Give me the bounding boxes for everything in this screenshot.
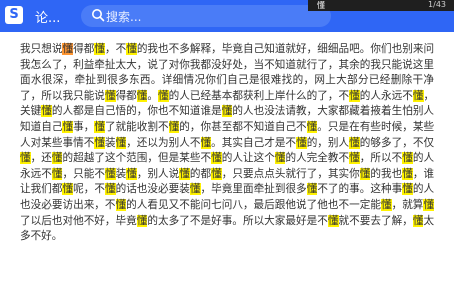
search-match-highlight: 懂 [200,136,212,149]
search-match-highlight: 懂 [221,105,233,118]
search-match-highlight: 懂 [62,120,74,133]
search-match-highlight: 懂 [94,43,105,55]
article-text-segment: 的人看见又不能问七问八，最后跟他说了他也不一定能 [126,198,381,211]
article-text-segment: 呢，不 [73,183,105,196]
article-text-segment: 不了的事。这种事 [317,183,403,196]
find-match-count: 1/43 [428,0,446,9]
search-match-highlight: 懂 [423,198,435,211]
search-match-highlight: 懂 [115,136,127,149]
search-placeholder: 搜索... [106,10,142,24]
search-match-highlight: 懂 [158,89,169,102]
article-text-segment: 的话也没必要装 [115,183,190,196]
search-match-highlight: 懂 [349,136,360,149]
article-text-segment: 的够多了，不仅 [359,136,435,149]
search-match-highlight: 懂 [136,89,148,102]
search-input[interactable]: 搜索... [81,5,331,27]
article-text-segment: 的，别人 [306,136,350,149]
search-match-highlight: 懂 [402,167,413,180]
site-title[interactable]: 论... [35,7,60,26]
article-text-segment: 的我也 [370,167,403,180]
search-match-highlight: 懂 [211,167,222,180]
search-match-highlight: 懂 [20,152,31,165]
search-match-highlight: 懂 [412,89,424,102]
article-text-segment: 的人让这个 [221,152,275,165]
search-match-highlight: 懂 [211,152,222,165]
article-text-segment: ，还以为别人不 [126,136,201,149]
article-text-segment: 的人完全教不 [285,152,350,165]
article-text-segment: ，所以不 [359,152,403,165]
search-match-highlight: 懂 [62,43,74,55]
search-match-highlight: 懂 [296,136,307,149]
search-match-highlight: 懂 [327,214,339,227]
search-match-highlight: 懂 [41,105,52,118]
find-in-page-bar[interactable]: 懂 1/43 [308,0,454,11]
search-match-highlight: 懂 [126,43,137,55]
search-match-highlight: 懂 [189,183,201,196]
article-body: 我只想说懂得都懂，不懂的我也不多解释，毕竟自己知道就好，细细品吧。你们也别来问我… [20,42,434,245]
article-text-segment: 的人永远不 [359,89,413,102]
article-text-segment: 事， [73,120,95,133]
search-match-highlight: 懂 [349,152,360,165]
search-match-highlight: 懂 [274,152,286,165]
article-text-segment: ，还 [30,152,52,165]
search-icon [92,9,105,22]
article-text-segment: ，别人说 [136,167,180,180]
article-text-segment: 装 [104,136,116,149]
search-match-highlight: 懂 [359,167,371,180]
article-text-segment: 的，你甚至都不知道自己不 [179,120,307,133]
article-text-segment: 的人已经基本都获利上岸什么的了，不 [168,89,350,102]
search-match-highlight: 懂 [136,214,148,227]
search-match-highlight: 懂 [179,167,190,180]
search-match-highlight: 懂 [306,183,318,196]
search-match-highlight: 懂 [349,89,360,102]
search-match-highlight: 懂 [168,120,180,133]
search-match-highlight: 懂 [126,167,137,180]
search-match-highlight: 懂 [94,120,105,133]
search-match-highlight: 懂 [104,167,116,180]
article-text-segment: ，只能不 [62,167,105,180]
article-text-segment: ，不 [104,43,127,55]
search-match-highlight: 懂 [402,183,413,196]
article-text-segment: 的太多了不是好事。所以大家最好是不 [147,214,328,227]
search-match-highlight: 懂 [115,198,127,211]
search-match-highlight: 懂 [402,152,413,165]
article-text-segment: ，毕竟里面牵扯到很多 [200,183,307,196]
article-text-segment: 的都 [189,167,212,180]
article-text-segment: 得都 [73,43,95,55]
article-text-segment: ，就算 [391,198,424,211]
article-text-segment: 。其实自己才是不 [211,136,297,149]
article-text-segment: 我只想说 [20,43,63,55]
logo-icon[interactable]: S [5,6,23,24]
article-text-segment: 得都 [115,89,137,102]
search-match-highlight: 懂 [62,183,74,196]
article-text-segment: 的人都是自己悟的，你也不知道谁是 [51,105,222,118]
article-text-segment: ，只要点点头就行了，其实你 [221,167,360,180]
search-match-highlight: 懂 [104,89,116,102]
search-match-highlight: 懂 [94,136,105,149]
article-text-segment: 的超越了这个范围，但是某些不 [62,152,212,165]
article-text-segment: 装 [115,167,127,180]
article-text-segment: 了就能收割不 [104,120,169,133]
search-match-highlight: 懂 [51,167,63,180]
search-match-highlight: 懂 [412,214,424,227]
search-match-highlight: 懂 [380,198,392,211]
search-match-highlight: 懂 [104,183,116,196]
article-text-segment: 了以后也对他不好，毕竟 [20,214,137,227]
article-text-segment: 就不要去了解， [338,214,413,227]
article-text-segment: 。 [147,89,159,102]
search-match-highlight: 懂 [51,152,63,165]
find-term[interactable]: 懂 [317,0,325,11]
search-match-highlight: 懂 [306,120,318,133]
